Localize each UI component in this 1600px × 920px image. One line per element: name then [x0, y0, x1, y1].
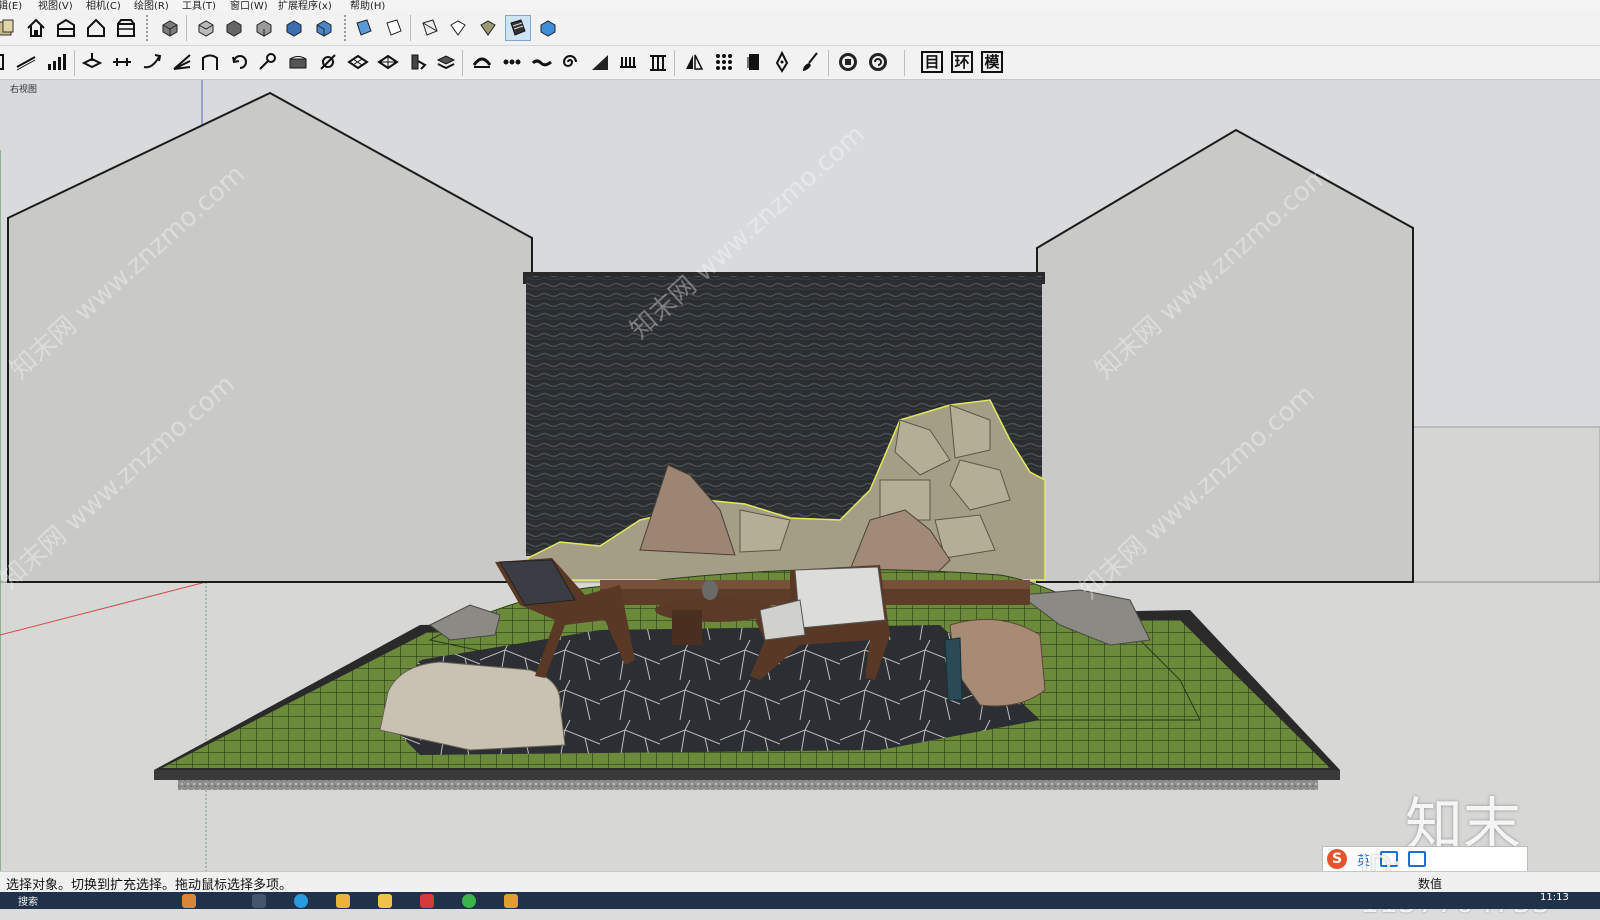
stairs-icon[interactable]	[14, 50, 38, 74]
text-button-model[interactable]: 模	[980, 50, 1004, 74]
status-bar: 选择对象。切换到扩充选择。拖动鼠标选择多项。 数值	[0, 871, 1600, 893]
grid-tile-icon[interactable]	[346, 50, 370, 74]
toolbar-separator	[462, 50, 463, 76]
bend-icon[interactable]	[140, 50, 164, 74]
wireframe-style-icon[interactable]	[382, 16, 406, 40]
home-icon[interactable]	[24, 16, 48, 40]
mirror-icon[interactable]	[682, 50, 706, 74]
scene-drawing: 知末网 www.znzmo.com 知末网 www.znzmo.com 知末网 …	[0, 80, 1600, 871]
wechat-icon[interactable]	[462, 894, 476, 908]
back-view-icon[interactable]	[282, 16, 306, 40]
toolbar-plugins: 目 环 模	[0, 46, 1600, 80]
shaded-style-icon[interactable]	[446, 16, 470, 40]
sketchup-app-icon[interactable]	[420, 894, 434, 908]
menu-draw[interactable]: 绘图(R)	[134, 0, 169, 10]
path-node-icon[interactable]	[256, 50, 280, 74]
menu-window[interactable]: 窗口(W)	[230, 0, 268, 10]
shaded-textures-icon[interactable]	[476, 16, 500, 40]
toolbar-separator	[344, 15, 346, 41]
app-icon[interactable]	[504, 894, 518, 908]
refresh-badge-icon[interactable]	[866, 50, 890, 74]
toolbar-separator	[674, 50, 675, 76]
arch-icon[interactable]	[470, 50, 494, 74]
ime-logo-icon[interactable]: S	[1327, 849, 1347, 869]
folder-icon[interactable]	[378, 894, 392, 908]
scene-label: 右视图	[10, 85, 38, 95]
left-view-icon[interactable]	[312, 16, 336, 40]
array-grid-icon[interactable]	[712, 50, 736, 74]
taskbar: 搜索 11:13	[0, 892, 1600, 909]
toolbar-separator	[828, 50, 829, 76]
top-view-icon[interactable]	[194, 16, 218, 40]
toolbar-separator	[74, 50, 75, 76]
layers-drop-icon[interactable]	[80, 50, 104, 74]
model-viewport[interactable]: 知末网 www.znzmo.com 知末网 www.znzmo.com 知末网 …	[0, 80, 1600, 871]
right-view-icon[interactable]	[252, 16, 276, 40]
xray-style-icon[interactable]	[352, 16, 376, 40]
store-icon[interactable]	[114, 16, 138, 40]
monochrome-style-icon[interactable]	[505, 15, 531, 41]
menu-view[interactable]: 视图(V)	[38, 0, 73, 10]
edge-browser-icon[interactable]	[294, 894, 308, 908]
pipe-icon[interactable]	[316, 50, 340, 74]
colonnade-icon[interactable]	[646, 50, 670, 74]
toolbar-views	[0, 10, 1600, 46]
fan-icon[interactable]	[170, 50, 194, 74]
wave-icon[interactable]	[530, 50, 554, 74]
sidebar-handle-icon[interactable]	[0, 50, 12, 74]
taskbar-search[interactable]: 搜索	[18, 893, 38, 908]
menu-bar: 辑(E) 视图(V) 相机(C) 绘图(R) 工具(T) 窗口(W) 扩展程序(…	[0, 0, 1600, 10]
color-style-icon[interactable]	[536, 16, 560, 40]
ring-text-button[interactable]: 环	[951, 51, 973, 73]
menu-help[interactable]: 帮助(H)	[350, 0, 385, 10]
toolbar-separator	[186, 15, 187, 41]
toolbar-separator	[146, 15, 148, 41]
hidden-line-style-icon[interactable]	[418, 16, 442, 40]
align-icon[interactable]	[110, 50, 134, 74]
status-message: 选择对象。切换到扩充选择。拖动鼠标选择多项。	[6, 878, 293, 893]
extrude-icon[interactable]	[406, 50, 430, 74]
task-view-icon[interactable]	[252, 894, 266, 908]
fruit-widget-icon[interactable]	[182, 894, 196, 908]
stack-icon[interactable]	[434, 50, 458, 74]
model-text-button[interactable]: 模	[981, 51, 1003, 73]
menu-tools[interactable]: 工具(T)	[182, 0, 216, 10]
iso-view-icon[interactable]	[158, 16, 182, 40]
menu-edit[interactable]: 辑(E)	[0, 0, 22, 10]
bar-graph-icon[interactable]	[44, 50, 68, 74]
components-icon[interactable]	[0, 16, 18, 40]
toolbar-separator	[410, 15, 411, 41]
measurements-label: 数值	[1418, 877, 1443, 891]
panel-icon[interactable]	[742, 50, 766, 74]
warehouse-icon[interactable]	[54, 16, 78, 40]
toolbar-separator	[904, 50, 905, 76]
brush-icon[interactable]	[798, 50, 822, 74]
chain-icon[interactable]	[500, 50, 524, 74]
pen-nib-icon[interactable]	[770, 50, 794, 74]
front-view-icon[interactable]	[222, 16, 246, 40]
text-button-ring[interactable]: 环	[950, 50, 974, 74]
rotate-icon[interactable]	[228, 50, 252, 74]
menu-camera[interactable]: 相机(C)	[86, 0, 121, 10]
file-explorer-icon[interactable]	[336, 894, 350, 908]
menu-extensions[interactable]: 扩展程序(x)	[278, 0, 332, 10]
house-outline-icon[interactable]	[84, 16, 108, 40]
shell-icon[interactable]	[286, 50, 310, 74]
grid-split-icon[interactable]	[376, 50, 400, 74]
text-button-grid[interactable]: 目	[920, 50, 944, 74]
grid-text-button[interactable]: 目	[921, 51, 943, 73]
taskbar-clock: 11:13	[1540, 892, 1569, 903]
comb-icon[interactable]	[616, 50, 640, 74]
model-badge-icon[interactable]	[836, 50, 860, 74]
ramp-icon[interactable]	[588, 50, 612, 74]
spiral-icon[interactable]	[558, 50, 582, 74]
arch-frame-icon[interactable]	[198, 50, 222, 74]
